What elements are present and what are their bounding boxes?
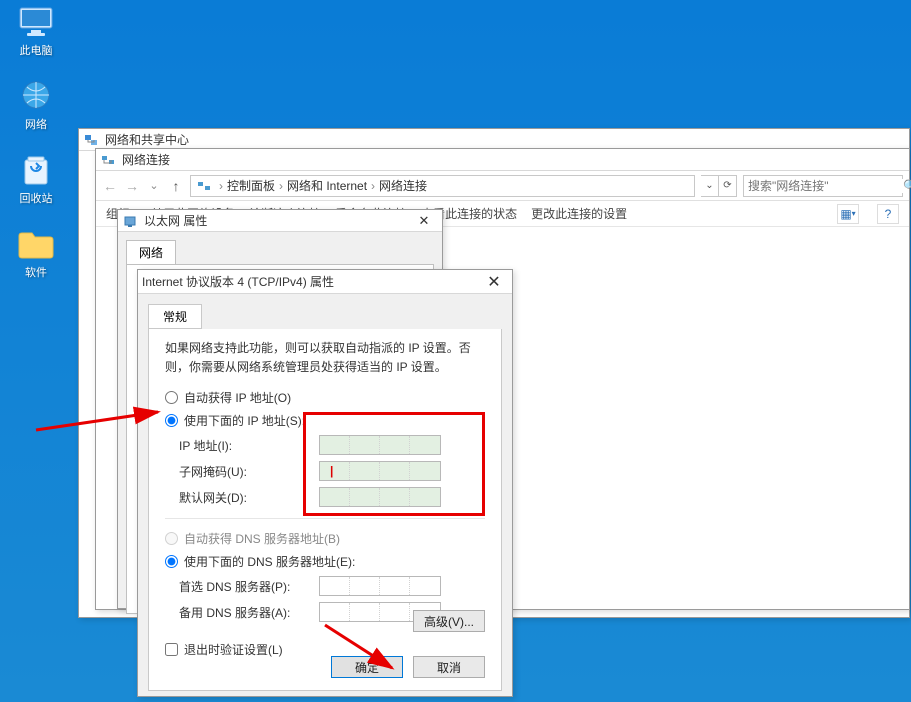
breadcrumb-item[interactable]: 控制面板	[227, 177, 275, 194]
input-subnet-mask[interactable]	[319, 461, 441, 481]
cancel-button[interactable]: 取消	[413, 656, 485, 678]
computer-icon	[16, 4, 56, 40]
network-icon	[16, 78, 56, 114]
field-default-gateway: 默认网关(D):	[165, 484, 485, 510]
desktop-icon-network[interactable]: 网络	[0, 78, 72, 132]
close-icon[interactable]: ✕	[410, 213, 438, 229]
window-title: 以太网 属性	[144, 212, 207, 229]
tab-strip: 常规	[138, 294, 512, 329]
breadcrumb[interactable]: › 控制面板 › 网络和 Internet › 网络连接	[190, 175, 695, 197]
breadcrumb-item[interactable]: 网络和 Internet	[287, 177, 367, 194]
search-box[interactable]: 🔍	[743, 175, 903, 197]
titlebar[interactable]: Internet 协议版本 4 (TCP/IPv4) 属性 ✕	[138, 270, 512, 294]
view-options-icon[interactable]: ▦▾	[837, 204, 859, 224]
window-title: Internet 协议版本 4 (TCP/IPv4) 属性	[142, 273, 334, 290]
nsc-icon	[83, 132, 99, 148]
radio-auto-ip[interactable]: 自动获得 IP 地址(O)	[165, 386, 485, 409]
desktop: 此电脑 网络 回收站 软件	[0, 0, 80, 300]
radio-auto-dns[interactable]: 自动获得 DNS 服务器地址(B)	[165, 527, 485, 550]
field-subnet-mask: 子网掩码(U):	[165, 458, 485, 484]
nav-history-icon[interactable]: ⌄	[146, 179, 162, 192]
nav-row: ← → ⌄ ↑ › 控制面板 › 网络和 Internet › 网络连接 ⌄ ⟳…	[96, 171, 909, 201]
separator: ›	[215, 179, 227, 193]
label-ip: IP 地址(I):	[179, 437, 319, 454]
input-ip-address[interactable]	[319, 435, 441, 455]
window-ipv4-properties: Internet 协议版本 4 (TCP/IPv4) 属性 ✕ 常规 如果网络支…	[137, 269, 513, 697]
recycle-bin-icon	[16, 152, 56, 188]
nav-back-icon[interactable]: ←	[102, 178, 118, 194]
window-title: 网络连接	[122, 151, 170, 168]
breadcrumb-buttons: ⌄ ⟳	[701, 175, 737, 197]
desktop-icon-this-pc[interactable]: 此电脑	[0, 4, 72, 58]
radio-use-ip[interactable]: 使用下面的 IP 地址(S):	[165, 409, 485, 432]
ok-button[interactable]: 确定	[331, 656, 403, 678]
input-default-gateway[interactable]	[319, 487, 441, 507]
radio-auto-ip-input[interactable]	[165, 391, 178, 404]
label-dns1: 首选 DNS 服务器(P):	[179, 578, 319, 595]
label-gw: 默认网关(D):	[179, 489, 319, 506]
titlebar[interactable]: 网络连接	[96, 149, 909, 171]
nav-up-icon[interactable]: ↑	[168, 178, 184, 194]
refresh-icon[interactable]: ⟳	[719, 175, 737, 197]
desktop-icon-label: 网络	[25, 116, 47, 132]
tab-general[interactable]: 常规	[148, 304, 202, 329]
ethernet-icon	[122, 213, 138, 229]
close-icon[interactable]: ✕	[480, 272, 508, 292]
field-preferred-dns: 首选 DNS 服务器(P):	[165, 573, 485, 599]
search-icon[interactable]: 🔍	[903, 179, 911, 193]
network-connections-icon	[100, 152, 116, 168]
tab-network[interactable]: 网络	[126, 240, 176, 264]
cmd-change-settings[interactable]: 更改此连接的设置	[531, 205, 627, 222]
help-icon[interactable]: ?	[877, 204, 899, 224]
radio-use-dns[interactable]: 使用下面的 DNS 服务器地址(E):	[165, 550, 485, 573]
ip-group: 自动获得 IP 地址(O) 使用下面的 IP 地址(S): IP 地址(I): …	[165, 386, 485, 519]
desktop-icon-software[interactable]: 软件	[0, 226, 72, 280]
radio-use-ip-input[interactable]	[165, 414, 178, 427]
window-title: 网络和共享中心	[105, 131, 189, 148]
breadcrumb-item[interactable]: 网络连接	[379, 177, 427, 194]
search-input[interactable]	[748, 179, 903, 193]
breadcrumb-icon	[197, 179, 211, 193]
description-text: 如果网络支持此功能，则可以获取自动指派的 IP 设置。否则，你需要从网络系统管理…	[165, 339, 485, 376]
advanced-button[interactable]: 高级(V)...	[413, 610, 485, 632]
tab-body: 如果网络支持此功能，则可以获取自动指派的 IP 设置。否则，你需要从网络系统管理…	[148, 329, 502, 691]
input-preferred-dns[interactable]	[319, 576, 441, 596]
folder-icon	[16, 226, 56, 262]
nav-forward-icon[interactable]: →	[124, 178, 140, 194]
field-ip-address: IP 地址(I):	[165, 432, 485, 458]
label-dns2: 备用 DNS 服务器(A):	[179, 604, 319, 621]
separator: ›	[275, 179, 287, 193]
tab-strip: 网络	[118, 232, 442, 264]
desktop-icon-label: 软件	[25, 264, 47, 280]
breadcrumb-dropdown-icon[interactable]: ⌄	[701, 175, 719, 197]
separator: ›	[367, 179, 379, 193]
radio-auto-dns-input	[165, 532, 178, 545]
checkbox-validate-input[interactable]	[165, 643, 178, 656]
desktop-icon-recycle-bin[interactable]: 回收站	[0, 152, 72, 206]
titlebar[interactable]: 以太网 属性 ✕	[118, 210, 442, 232]
radio-use-dns-input[interactable]	[165, 555, 178, 568]
desktop-icon-label: 此电脑	[20, 42, 53, 58]
label-mask: 子网掩码(U):	[179, 463, 319, 480]
desktop-icon-label: 回收站	[20, 190, 53, 206]
